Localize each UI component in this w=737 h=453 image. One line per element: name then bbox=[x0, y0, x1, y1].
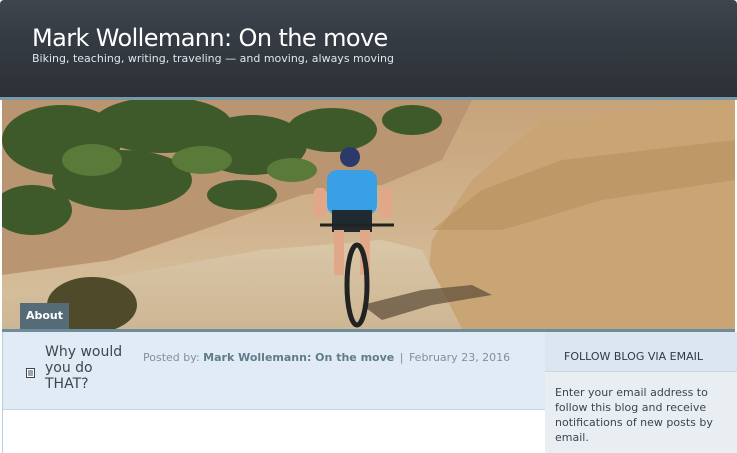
site-title[interactable]: Mark Wollemann: On the move bbox=[32, 24, 388, 52]
post-meta-prefix: Posted by: bbox=[143, 351, 200, 364]
site-tagline: Biking, teaching, writing, traveling — a… bbox=[32, 52, 395, 65]
nav-item-about[interactable]: About bbox=[20, 303, 69, 329]
header-image bbox=[2, 100, 735, 329]
widget-description: Enter your email address to follow this … bbox=[555, 386, 713, 444]
post-title[interactable]: Why would you do THAT? bbox=[45, 344, 137, 392]
post-date[interactable]: February 23, 2016 bbox=[409, 351, 510, 364]
widget-title: FOLLOW BLOG VIA EMAIL bbox=[545, 332, 737, 372]
main-content: Why would you do THAT? Posted by: Mark W… bbox=[2, 332, 546, 453]
site-header: Mark Wollemann: On the move Biking, teac… bbox=[0, 0, 737, 100]
document-icon bbox=[26, 368, 35, 378]
post-meta-separator: | bbox=[399, 351, 404, 364]
widget-title-label: FOLLOW BLOG VIA EMAIL bbox=[564, 350, 703, 363]
post-meta: Posted by: Mark Wollemann: On the move |… bbox=[143, 351, 510, 364]
sidebar: FOLLOW BLOG VIA EMAIL Enter your email a… bbox=[545, 332, 737, 453]
post-header: Why would you do THAT? Posted by: Mark W… bbox=[3, 332, 546, 410]
post-author[interactable]: Mark Wollemann: On the move bbox=[203, 351, 394, 364]
